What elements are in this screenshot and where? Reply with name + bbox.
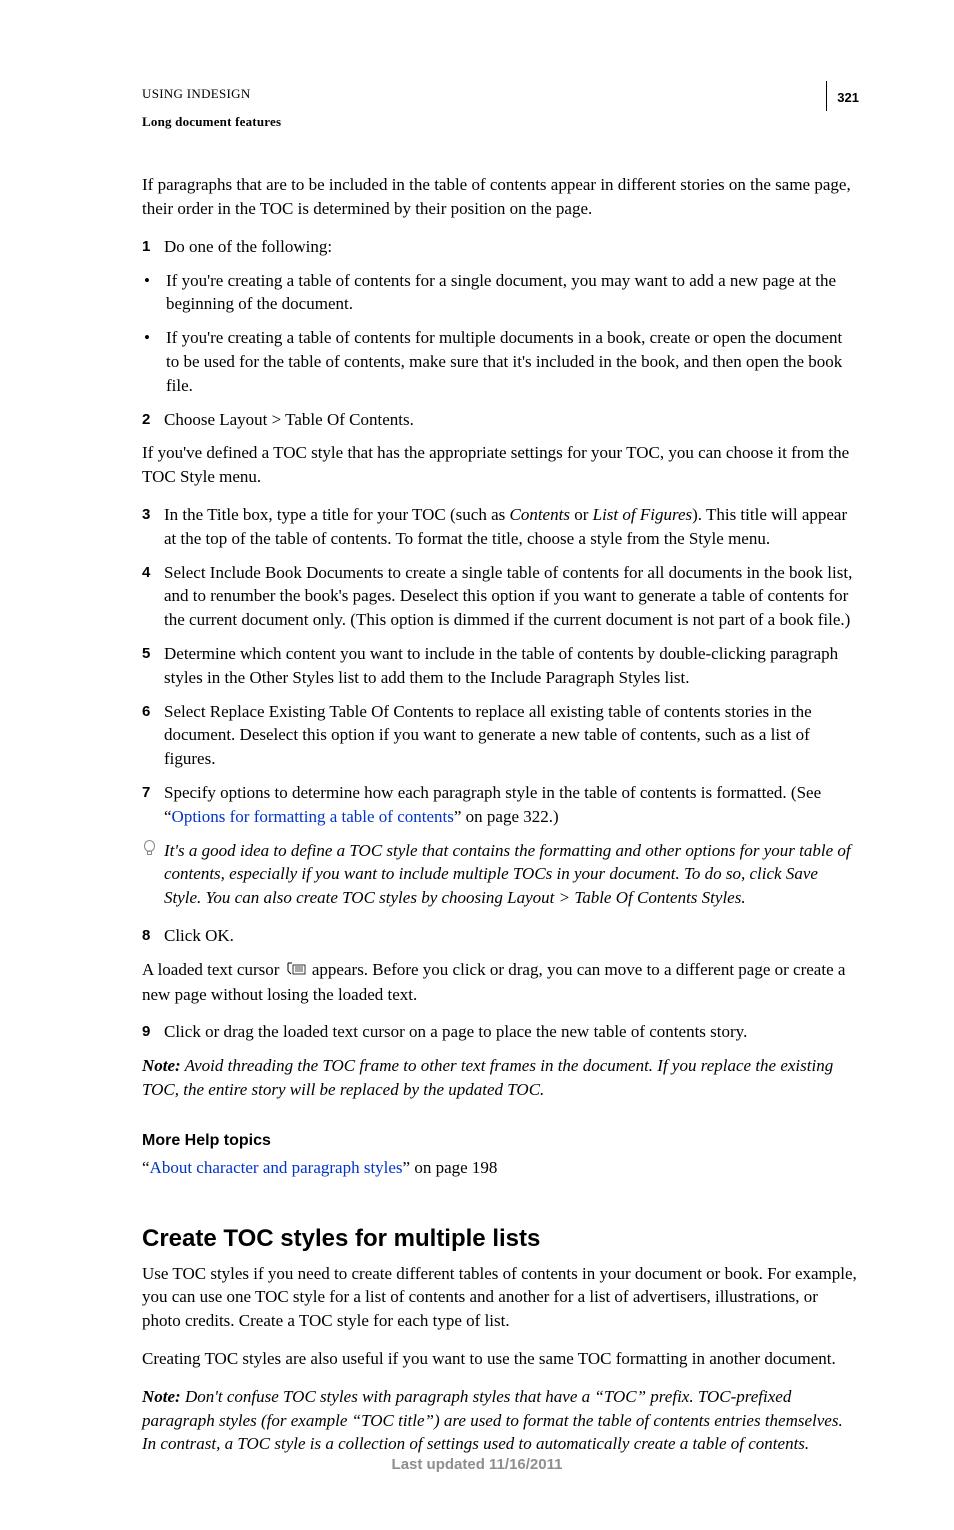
step-7: 7 Specify options to determine how each … xyxy=(142,781,859,829)
page-header: USING INDESIGN 321 xyxy=(142,85,859,111)
steps-list: 2 Choose Layout > Table Of Contents. xyxy=(142,408,859,432)
step-number: 8 xyxy=(142,924,164,948)
step-6: 6 Select Replace Existing Table Of Conte… xyxy=(142,700,859,771)
step-text: Specify options to determine how each pa… xyxy=(164,781,859,829)
paragraph: Use TOC styles if you need to create dif… xyxy=(142,1262,859,1333)
step-text: Do one of the following: xyxy=(164,235,859,259)
more-help-heading: More Help topics xyxy=(142,1130,859,1152)
lightbulb-icon xyxy=(142,839,164,910)
step-8: 8 Click OK. xyxy=(142,924,859,948)
step-text: Select Include Book Documents to create … xyxy=(164,561,859,632)
step-number: 7 xyxy=(142,781,164,829)
steps-list: 1 Do one of the following: xyxy=(142,235,859,259)
intro-paragraph: If paragraphs that are to be included in… xyxy=(142,173,859,221)
loaded-text-cursor-icon xyxy=(286,959,306,983)
step-3: 3 In the Title box, type a title for you… xyxy=(142,503,859,551)
bullet-text: If you're creating a table of contents f… xyxy=(166,326,859,397)
bullet-icon: • xyxy=(142,269,166,317)
step-number: 4 xyxy=(142,561,164,632)
paragraph: If you've defined a TOC style that has t… xyxy=(142,441,859,489)
bullet-item: • If you're creating a table of contents… xyxy=(142,326,859,397)
steps-list: 9 Click or drag the loaded text cursor o… xyxy=(142,1020,859,1044)
steps-list: 3 In the Title box, type a title for you… xyxy=(142,503,859,829)
footer-last-updated: Last updated 11/16/2011 xyxy=(0,1454,954,1475)
step-text: In the Title box, type a title for your … xyxy=(164,503,859,551)
tip-text: It's a good idea to define a TOC style t… xyxy=(164,839,859,910)
step-number: 6 xyxy=(142,700,164,771)
page-number-divider xyxy=(826,81,827,111)
step-number: 5 xyxy=(142,642,164,690)
step-text: Click or drag the loaded text cursor on … xyxy=(164,1020,859,1044)
bullet-text: If you're creating a table of contents f… xyxy=(166,269,859,317)
steps-list: 8 Click OK. xyxy=(142,924,859,948)
bullet-icon: • xyxy=(142,326,166,397)
step-number: 2 xyxy=(142,408,164,432)
doc-title: USING INDESIGN xyxy=(142,85,251,103)
step-9: 9 Click or drag the loaded text cursor o… xyxy=(142,1020,859,1044)
about-character-paragraph-styles-link[interactable]: About character and paragraph styles xyxy=(150,1158,403,1177)
step-text: Choose Layout > Table Of Contents. xyxy=(164,408,859,432)
options-formatting-link[interactable]: Options for formatting a table of conten… xyxy=(172,807,454,826)
section-heading: Create TOC styles for multiple lists xyxy=(142,1222,859,1256)
step-number: 9 xyxy=(142,1020,164,1044)
section-name: Long document features xyxy=(142,113,859,131)
step-number: 3 xyxy=(142,503,164,551)
step-1: 1 Do one of the following: xyxy=(142,235,859,259)
step-text: Select Replace Existing Table Of Content… xyxy=(164,700,859,771)
bullet-item: • If you're creating a table of contents… xyxy=(142,269,859,317)
step-text: Click OK. xyxy=(164,924,859,948)
step-text: Determine which content you want to incl… xyxy=(164,642,859,690)
page-number: 321 xyxy=(837,89,859,107)
note-paragraph: Note: Don't confuse TOC styles with para… xyxy=(142,1385,859,1456)
substep-bullets: • If you're creating a table of contents… xyxy=(142,269,859,398)
step-2: 2 Choose Layout > Table Of Contents. xyxy=(142,408,859,432)
page-number-wrap: 321 xyxy=(826,85,859,111)
page: USING INDESIGN 321 Long document feature… xyxy=(0,0,954,1530)
step-5: 5 Determine which content you want to in… xyxy=(142,642,859,690)
tip-block: It's a good idea to define a TOC style t… xyxy=(142,839,859,910)
more-help-line: “About character and paragraph styles” o… xyxy=(142,1156,859,1180)
step-number: 1 xyxy=(142,235,164,259)
note-paragraph: Note: Avoid threading the TOC frame to o… xyxy=(142,1054,859,1102)
paragraph: Creating TOC styles are also useful if y… xyxy=(142,1347,859,1371)
paragraph: A loaded text cursor appears. Before you… xyxy=(142,958,859,1007)
step-4: 4 Select Include Book Documents to creat… xyxy=(142,561,859,632)
